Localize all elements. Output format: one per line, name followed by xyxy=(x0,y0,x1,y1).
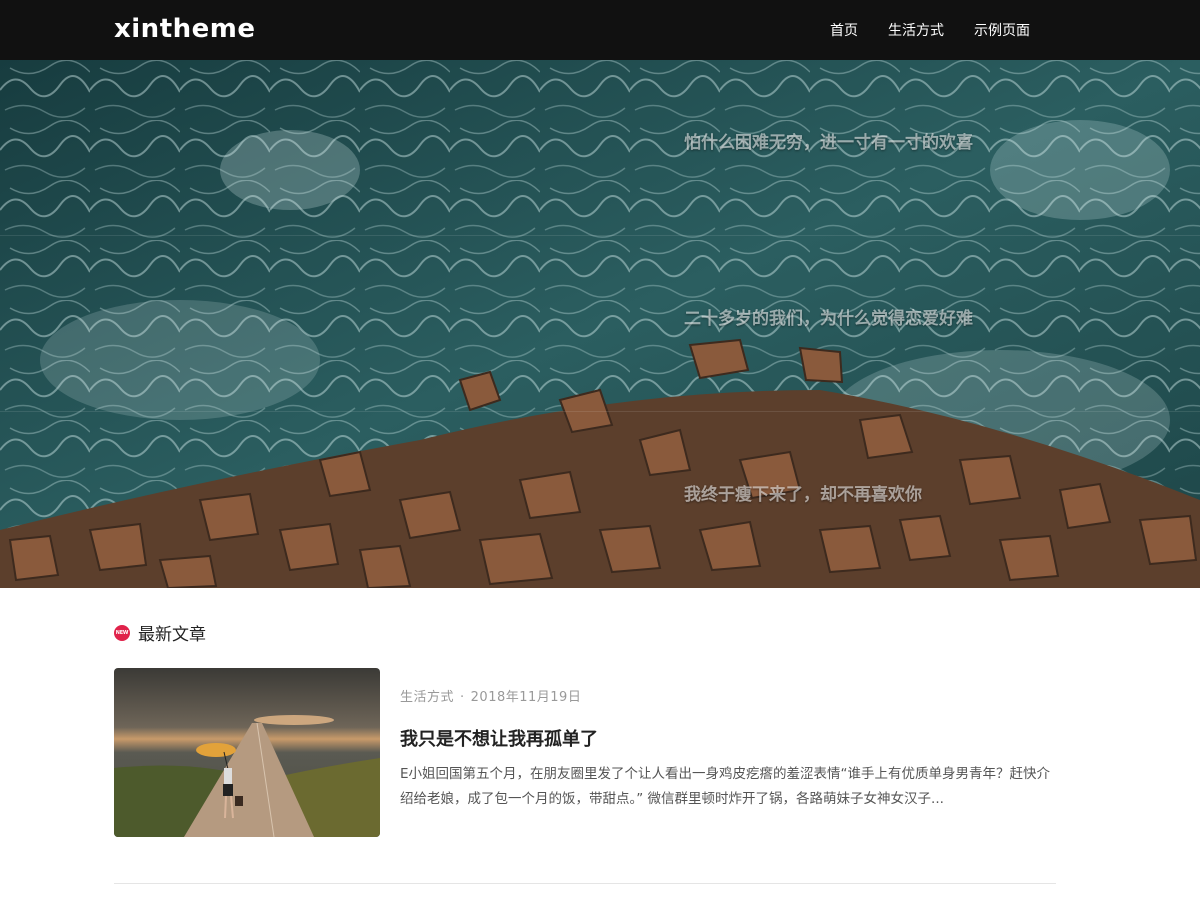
section-divider xyxy=(114,883,1056,884)
slide-caption[interactable]: 二十多岁的我们，为什么觉得恋爱好难 xyxy=(684,304,973,329)
post-thumbnail[interactable] xyxy=(114,668,380,837)
post-excerpt: E小姐回国第五个月，在朋友圈里发了个让人看出一身鸡皮疙瘩的羞涩表情“谁手上有优质… xyxy=(400,766,1051,807)
post-card: 生活方式 · 2018年11月19日 我只是不想让我再孤单了 E小姐回国第五个月，在… xyxy=(114,668,1056,838)
section-title: 最新文章 xyxy=(138,625,206,645)
slide-caption[interactable]: 怕什么困难无穷，进一寸有一寸的欢喜 xyxy=(684,128,973,153)
slide-3[interactable]: 我终于瘦下来了，却不再喜欢你 xyxy=(0,412,1200,588)
main-nav: 首页 生活方式 示例页面 xyxy=(830,0,1030,60)
post-title-link[interactable]: 我只是不想让我再孤单了 xyxy=(400,725,598,751)
hero-slider: 怕什么困难无穷，进一寸有一寸的欢喜 二十多岁的我们，为什么觉得恋爱好难 我终于瘦… xyxy=(0,60,1200,588)
nav-item-sample-page[interactable]: 示例页面 xyxy=(974,20,1030,40)
nav-item-home[interactable]: 首页 xyxy=(830,20,858,40)
slide-2[interactable]: 二十多岁的我们，为什么觉得恋爱好难 xyxy=(0,236,1200,412)
latest-section-heading: NEW 最新文章 xyxy=(114,620,206,645)
nav-item-lifestyle[interactable]: 生活方式 xyxy=(888,20,944,40)
slide-1[interactable]: 怕什么困难无穷，进一寸有一寸的欢喜 xyxy=(0,60,1200,236)
meta-separator: · xyxy=(460,690,465,705)
site-header: xintheme 首页 生活方式 示例页面 xyxy=(0,0,1200,60)
post-thumbnail-image xyxy=(114,668,380,837)
slide-caption[interactable]: 我终于瘦下来了，却不再喜欢你 xyxy=(684,480,922,505)
post-category-link[interactable]: 生活方式 xyxy=(400,690,454,705)
new-badge-icon: NEW xyxy=(114,624,130,641)
site-logo[interactable]: xintheme xyxy=(114,14,256,44)
post-meta: 生活方式 · 2018年11月19日 xyxy=(400,686,581,705)
post-date: 2018年11月19日 xyxy=(470,690,582,705)
